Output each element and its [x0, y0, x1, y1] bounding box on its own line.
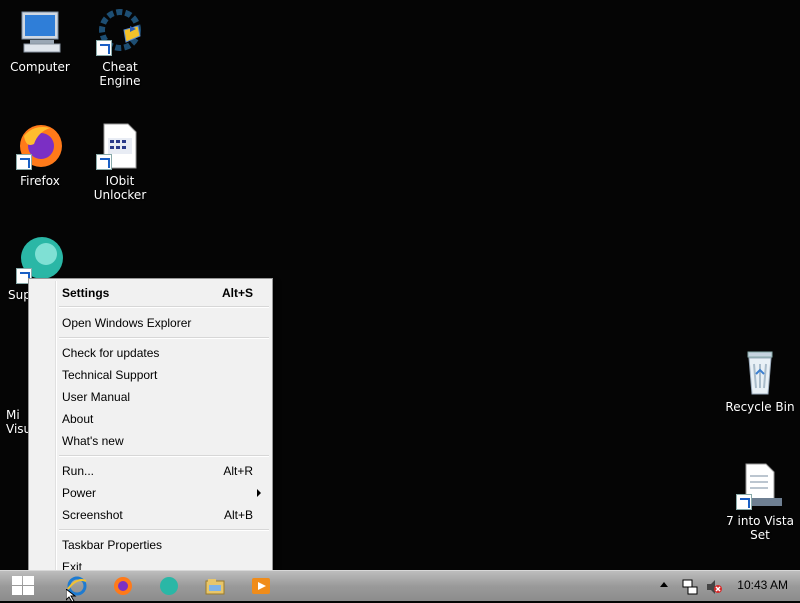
taskbar: 10:43 AM — [0, 570, 800, 601]
menu-item-technical-support[interactable]: Technical Support — [32, 365, 269, 385]
menu-item-screenshot[interactable]: Screenshot Alt+B — [32, 505, 269, 525]
menu-item-power[interactable]: Power — [32, 483, 269, 503]
desktop-icon-computer[interactable]: Computer — [0, 8, 80, 74]
cheat-engine-icon — [96, 8, 144, 56]
menu-item-label: About — [62, 412, 94, 426]
submenu-arrow-icon — [257, 489, 261, 497]
menu-item-check-for-updates[interactable]: Check for updates — [32, 343, 269, 363]
shortcut-arrow-icon — [96, 154, 112, 170]
menu-item-shortcut: Alt+S — [221, 286, 253, 300]
shortcut-arrow-icon — [736, 494, 752, 510]
windows-logo-icon — [12, 576, 34, 595]
recycle-bin-icon — [736, 348, 784, 396]
explorer-folder-icon[interactable] — [204, 575, 226, 597]
desktop-icon-label: IObit Unlocker — [93, 174, 147, 202]
desktop-icon-label: Computer — [10, 60, 70, 74]
menu-separator — [59, 455, 269, 457]
menu-item-label: Check for updates — [62, 346, 160, 360]
desktop-icon-iobit-unlocker[interactable]: IObit Unlocker — [80, 122, 160, 202]
menu-item-run[interactable]: Run... Alt+R — [32, 461, 269, 481]
firefox-icon — [16, 122, 64, 170]
network-icon[interactable] — [682, 579, 698, 599]
firefox-icon[interactable] — [112, 575, 134, 597]
menu-item-label: Run... — [62, 464, 95, 478]
desktop-icon-7-into-vista[interactable]: 7 into Vista Set — [720, 462, 800, 542]
desktop-icon-label: Cheat Engine — [99, 60, 141, 88]
menu-item-label: Power — [62, 486, 97, 500]
volume-muted-icon[interactable] — [706, 579, 722, 599]
menu-item-open-windows-explorer[interactable]: Open Windows Explorer — [32, 313, 269, 333]
menu-item-about[interactable]: About — [32, 409, 269, 429]
menu-item-taskbar-properties[interactable]: Taskbar Properties — [32, 535, 269, 555]
menu-item-label: Settings — [62, 286, 110, 300]
desktop-icon-label: Recycle Bin — [725, 400, 795, 414]
clock[interactable]: 10:43 AM — [737, 578, 788, 592]
app-icon[interactable] — [158, 575, 180, 597]
system-tray: 10:43 AM — [660, 571, 800, 601]
menu-separator — [59, 306, 269, 308]
menu-item-whats-new[interactable]: What's new — [32, 431, 269, 451]
computer-icon — [16, 8, 64, 56]
menu-item-label: User Manual — [62, 390, 131, 404]
taskbar-context-menu: Settings Alt+S Open Windows Explorer Che… — [28, 278, 273, 580]
menu-item-shortcut: Alt+B — [223, 508, 253, 522]
menu-item-settings[interactable]: Settings Alt+S — [32, 283, 269, 303]
menu-separator — [59, 337, 269, 339]
menu-separator — [59, 529, 269, 531]
menu-item-label: Screenshot — [62, 508, 123, 522]
shortcut-arrow-icon — [16, 154, 32, 170]
desktop-icon-cheat-engine[interactable]: Cheat Engine — [80, 8, 160, 88]
menu-item-label: Open Windows Explorer — [62, 316, 192, 330]
menu-item-shortcut: Alt+R — [223, 464, 253, 478]
document-file-icon — [96, 122, 144, 170]
menu-item-user-manual[interactable]: User Manual — [32, 387, 269, 407]
desktop-icon-recycle-bin[interactable]: Recycle Bin — [720, 348, 800, 414]
shortcut-arrow-icon — [96, 40, 112, 56]
menu-item-label: Technical Support — [62, 368, 158, 382]
show-hidden-icons-icon[interactable] — [660, 582, 668, 587]
app-icon — [16, 236, 64, 284]
menu-item-label: What's new — [62, 434, 124, 448]
start-button[interactable] — [8, 573, 38, 599]
mouse-cursor-icon — [66, 589, 77, 603]
media-player-icon[interactable] — [250, 575, 272, 597]
menu-item-label: Taskbar Properties — [62, 538, 163, 552]
desktop-icon-label: Firefox — [20, 174, 60, 188]
desktop-icon-firefox[interactable]: Firefox — [0, 122, 80, 188]
desktop-icon-label: 7 into Vista Set — [726, 514, 794, 542]
document-file-icon — [736, 462, 784, 510]
